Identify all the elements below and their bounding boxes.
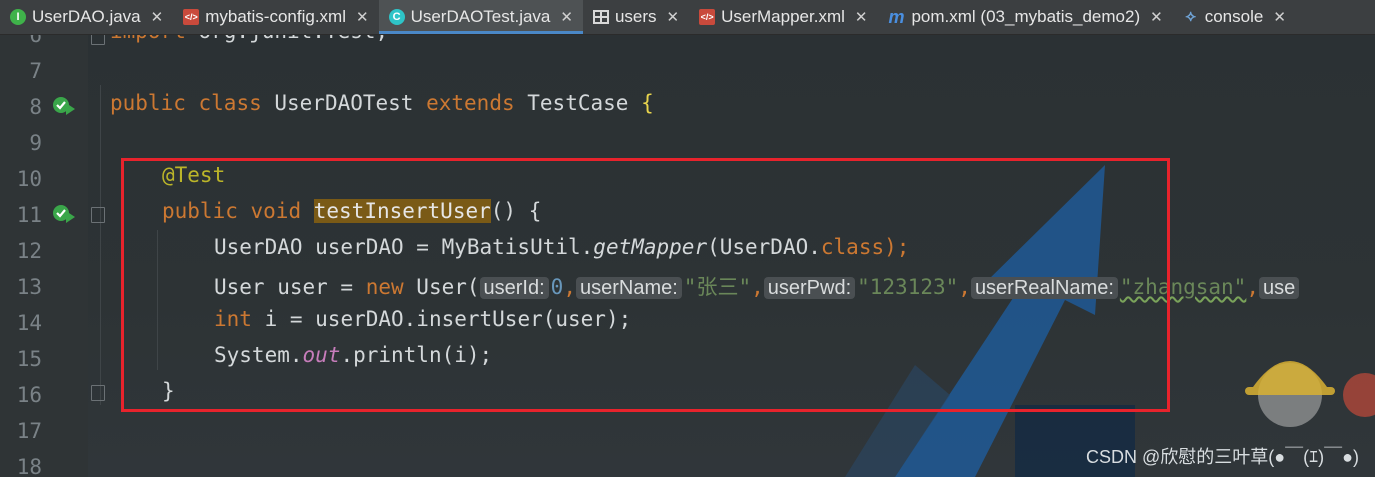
line-number: 18 xyxy=(16,455,42,477)
code-text: org.junit.Test; xyxy=(186,35,389,43)
keyword: class xyxy=(198,91,262,115)
line-number: 7 xyxy=(29,59,42,83)
close-tab-icon[interactable]: ✕ xyxy=(855,8,868,26)
close-tab-icon[interactable]: ✕ xyxy=(356,8,369,26)
java-class-icon: C xyxy=(388,9,405,25)
close-tab-icon[interactable]: ✕ xyxy=(1150,8,1163,26)
line-number: 16 xyxy=(16,383,42,407)
highlight-box xyxy=(121,158,1170,412)
line-number: 15 xyxy=(16,347,42,371)
line-number: 10 xyxy=(16,167,42,191)
class-name: UserDAOTest xyxy=(261,91,427,115)
param-hint: use xyxy=(1258,277,1300,299)
tab-mybatis-config-xml[interactable]: </> mybatis-config.xml ✕ xyxy=(173,0,378,34)
tab-label: mybatis-config.xml xyxy=(205,7,346,26)
indent-guide xyxy=(100,85,101,405)
tab-userdaotest-java[interactable]: C UserDAOTest.java ✕ xyxy=(378,0,584,34)
tab-users[interactable]: users ✕ xyxy=(583,0,689,34)
xml-file-icon: </> xyxy=(183,9,200,25)
fold-marker-icon[interactable] xyxy=(91,207,105,223)
tab-label: pom.xml (03_mybatis_demo2) xyxy=(911,7,1141,26)
line-number: 6 xyxy=(29,35,42,47)
tab-pom-xml-03-mybatis-demo2[interactable]: m pom.xml (03_mybatis_demo2) ✕ xyxy=(877,0,1172,34)
tab-label: UserDAO.java xyxy=(32,7,141,26)
line-number: 17 xyxy=(16,419,42,443)
run-test-method-icon[interactable] xyxy=(52,203,76,225)
code-line-6: import org.junit.Test; xyxy=(110,35,388,43)
tab-label: users xyxy=(614,7,657,26)
base-class: TestCase xyxy=(514,91,642,115)
xml-file-icon: </> xyxy=(699,9,716,25)
brace: { xyxy=(641,91,654,115)
close-tab-icon[interactable]: ✕ xyxy=(667,8,680,26)
close-tab-icon[interactable]: ✕ xyxy=(151,8,164,26)
tab-userdao-java[interactable]: I UserDAO.java ✕ xyxy=(0,0,173,34)
tab-console[interactable]: ⟡ console ✕ xyxy=(1173,0,1296,34)
console-icon: ⟡ xyxy=(1185,8,1196,25)
tab-label: UserMapper.xml xyxy=(721,7,845,26)
keyword: import xyxy=(110,35,186,43)
watermark: CSDN @欣慰的三叶草(●￣(ｴ)￣●) xyxy=(1086,447,1359,467)
code-line-8: public class UserDAOTest extends TestCas… xyxy=(110,91,654,115)
close-tab-icon[interactable]: ✕ xyxy=(1273,8,1286,26)
run-test-class-icon[interactable] xyxy=(52,95,76,117)
line-number: 12 xyxy=(16,239,42,263)
table-icon xyxy=(592,10,609,24)
line-number: 9 xyxy=(29,131,42,155)
line-number: 11 xyxy=(16,203,42,227)
line-number: 13 xyxy=(16,275,42,299)
code-editor[interactable]: 6 7 8 9 10 11 12 13 14 15 16 17 18 import org.junit.… xyxy=(0,35,1375,477)
tab-usermapper-xml[interactable]: </> UserMapper.xml ✕ xyxy=(689,0,877,34)
java-interface-icon: I xyxy=(10,9,26,25)
keyword: extends xyxy=(426,91,515,115)
line-number: 8 xyxy=(29,95,42,119)
maven-icon: m xyxy=(888,6,905,27)
line-number: 14 xyxy=(16,311,42,335)
tab-label: UserDAOTest.java xyxy=(410,7,551,26)
comma: , xyxy=(1246,275,1259,299)
fold-marker-icon[interactable] xyxy=(91,385,105,401)
fold-marker-icon[interactable] xyxy=(91,35,105,45)
keyword: public xyxy=(110,91,186,115)
editor-tab-bar: I UserDAO.java ✕ </> mybatis-config.xml ✕ C Use… xyxy=(0,0,1375,35)
tab-label: console xyxy=(1204,7,1264,26)
close-tab-icon[interactable]: ✕ xyxy=(560,8,573,26)
